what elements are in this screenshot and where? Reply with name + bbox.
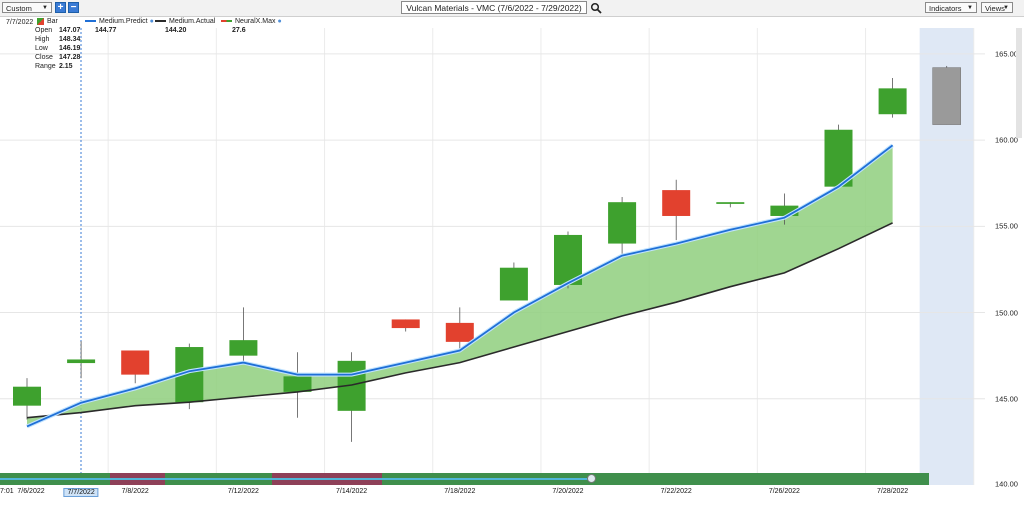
actual-swatch-icon <box>155 20 166 23</box>
range-value: 2.15 <box>58 63 73 70</box>
price-chart[interactable] <box>0 0 1024 508</box>
x-tick-label: 7/8/2022 <box>121 488 149 495</box>
candle-body <box>662 190 691 216</box>
dot-icon: ● <box>277 18 282 25</box>
predict-swatch-icon <box>85 20 96 23</box>
candle-body <box>283 376 312 392</box>
candle-body <box>499 267 528 301</box>
info-date: 7/7/2022 <box>6 19 34 26</box>
y-tick-label: 150.00 <box>995 308 1018 318</box>
high-label: High <box>35 36 50 43</box>
y-tick-label: 160.00 <box>995 135 1018 145</box>
legend-bar: Bar <box>37 17 58 26</box>
candle-body <box>391 319 420 329</box>
candle-body <box>121 350 150 375</box>
open-label: Open <box>35 27 53 34</box>
timeline-handle[interactable] <box>587 474 596 483</box>
prediction-gap-area <box>27 145 893 427</box>
x-tick-label: 7/14/2022 <box>336 488 368 495</box>
close-value: 147.28 <box>58 54 81 61</box>
low-label: Low <box>35 45 48 52</box>
open-value: 147.07 <box>58 27 81 34</box>
candle-body <box>716 202 745 204</box>
legend-neuralx[interactable]: NeuralX.Max ● <box>221 17 282 26</box>
x-tick-label: 7/18/2022 <box>444 488 476 495</box>
forecast-candle <box>932 67 962 125</box>
y-tick-label: 140.00 <box>995 479 1018 489</box>
x-tick-label: 7/7/2022 <box>63 488 99 497</box>
legend-predict[interactable]: Medium.Predict ● <box>85 17 154 26</box>
vertical-scrollbar[interactable] <box>1016 28 1022 138</box>
y-tick-label: 165.00 <box>995 49 1018 59</box>
candle-body <box>67 359 96 364</box>
candle-body <box>13 386 41 406</box>
candle-body <box>445 322 474 342</box>
timeline-strip[interactable] <box>0 473 929 485</box>
x-tick-label: 7/22/2022 <box>660 488 692 495</box>
bar-swatch-icon <box>37 17 44 25</box>
legend-actual[interactable]: Medium.Actual <box>155 17 215 26</box>
x-tick-label: 7/12/2022 <box>227 488 259 495</box>
x-tick-label: 7/20/2022 <box>552 488 584 495</box>
legend-bar-label: Bar <box>47 18 58 25</box>
ohlc-panel: Open 147.07 High 148.34 Low 146.19 Close… <box>35 26 80 71</box>
dot-icon: ● <box>149 18 154 25</box>
range-label: Range <box>35 63 56 70</box>
y-tick-label: 145.00 <box>995 394 1018 404</box>
info-panel: 7/7/2022 <box>6 18 33 27</box>
date-axis-bar <box>0 485 1024 508</box>
candle-body <box>608 202 637 244</box>
y-tick-label: 155.00 <box>995 221 1018 231</box>
candle-body <box>229 340 258 356</box>
legend-predict-value: 144.77 <box>95 27 117 34</box>
x-tick-label: 7/26/2022 <box>768 488 800 495</box>
high-value: 148.34 <box>58 36 81 43</box>
legend-neuralx-label: NeuralX.Max <box>235 18 276 25</box>
x-tick-label: 7/6/2022 <box>17 488 45 495</box>
neuralx-swatch-icon <box>221 20 232 23</box>
legend-actual-label: Medium.Actual <box>169 18 216 25</box>
x-tick-label: 7/28/2022 <box>877 488 909 495</box>
legend-predict-label: Medium.Predict <box>99 18 148 25</box>
timeline-progress <box>0 478 593 480</box>
low-value: 146.19 <box>58 45 81 52</box>
close-label: Close <box>35 54 53 61</box>
timestamp: 7:01 <box>0 488 14 495</box>
candle-body <box>878 88 907 115</box>
legend-neuralx-value: 27.6 <box>232 27 246 34</box>
legend-actual-value: 144.20 <box>165 27 187 34</box>
